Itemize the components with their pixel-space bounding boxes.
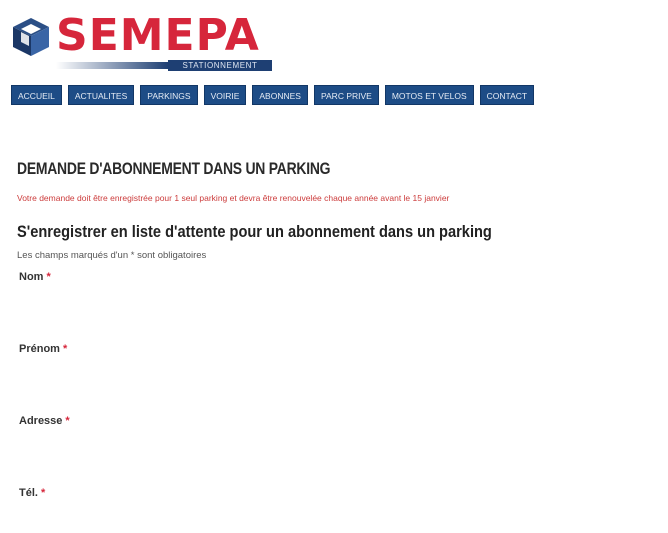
- adresse-input[interactable]: [17, 434, 647, 460]
- tel-input[interactable]: [17, 504, 647, 530]
- form-title: S'enregistrer en liste d'attente pour un…: [17, 222, 492, 241]
- brand-name: SEMEPA: [56, 10, 260, 61]
- renewal-notice: Votre demande doit être enregistrée pour…: [17, 193, 450, 203]
- required-fields-note: Les champs marqués d'un * sont obligatoi…: [17, 250, 207, 261]
- main-nav: ACCUEIL ACTUALITES PARKINGS VOIRIE ABONN…: [11, 85, 535, 105]
- nav-item-abonnes[interactable]: ABONNES: [252, 85, 308, 105]
- tel-label-text: Tél.: [19, 487, 38, 499]
- tel-label: Tél. *: [19, 487, 45, 499]
- brand-underline: [56, 62, 168, 69]
- required-mark: *: [40, 487, 46, 499]
- cube-logo-icon: [13, 18, 49, 56]
- nav-item-actualites[interactable]: ACTUALITES: [67, 85, 135, 105]
- adresse-label: Adresse *: [19, 415, 70, 427]
- brand-subtitle: STATIONNEMENT: [168, 60, 272, 71]
- nav-item-accueil[interactable]: ACCUEIL: [11, 85, 62, 105]
- required-mark: *: [46, 271, 51, 283]
- prenom-label: Prénom *: [19, 343, 67, 355]
- adresse-label-text: Adresse: [19, 415, 63, 427]
- nav-item-voirie[interactable]: VOIRIE: [203, 85, 247, 105]
- nom-input[interactable]: [17, 290, 647, 316]
- prenom-label-text: Prénom: [19, 343, 60, 355]
- nav-item-parc-prive[interactable]: PARC PRIVE: [313, 85, 379, 105]
- nav-item-parkings[interactable]: PARKINGS: [140, 85, 198, 105]
- nav-item-motos-et-velos[interactable]: MOTOS ET VELOS: [384, 85, 474, 105]
- required-mark: *: [62, 343, 68, 355]
- prenom-input[interactable]: [17, 362, 647, 388]
- nom-label-text: Nom: [19, 271, 44, 283]
- site-logo[interactable]: SEMEPA STATIONNEMENT: [10, 10, 272, 74]
- nav-item-contact[interactable]: CONTACT: [479, 85, 535, 105]
- nom-label: Nom *: [19, 271, 51, 283]
- required-mark: *: [65, 415, 70, 427]
- page-title: DEMANDE D'ABONNEMENT DANS UN PARKING: [17, 159, 331, 178]
